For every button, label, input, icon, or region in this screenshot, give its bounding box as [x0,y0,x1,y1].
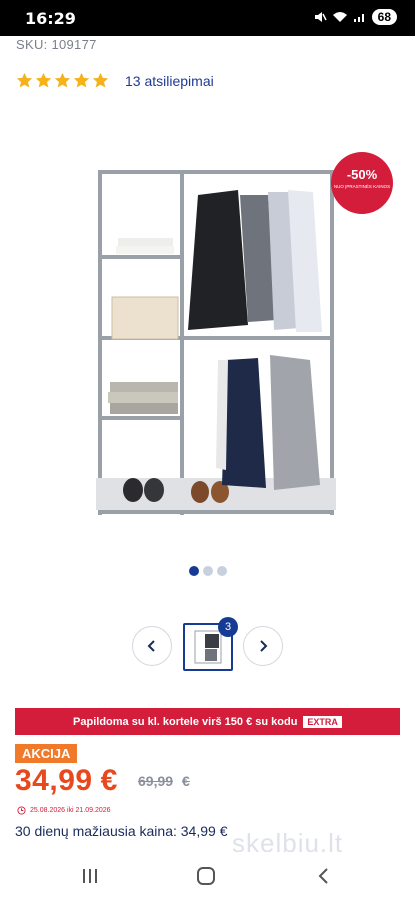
discount-percent: -50% [346,167,378,182]
promo-code: EXTRA [303,715,342,728]
promo-banner[interactable]: Papildoma su kl. kortele virš 150 € su k… [15,708,400,735]
star-icon [35,72,52,88]
gallery-dot[interactable] [203,566,213,576]
previous-image-button[interactable] [132,626,172,666]
price-value: 34,99 [15,764,93,797]
rating-row[interactable]: 13 atsiliepimai [16,72,214,89]
status-time: 16:29 [25,9,76,28]
sale-dates: 25.08.2026 iki 21.09.2026 [17,806,111,815]
android-nav-bar [0,852,415,900]
product-image[interactable] [88,150,358,530]
star-icon [92,72,109,88]
discount-subtext: NUO ĮPRASTINĖS KAINOS [333,184,391,189]
old-price-currency: € [182,773,190,789]
old-price-value: 69,99 [138,773,174,789]
promo-text: Papildoma su kl. kortele virš 150 € su k… [73,715,298,728]
back-icon[interactable] [314,866,334,886]
sale-badge: AKCIJA [15,744,78,763]
status-icons: 68 [313,9,397,25]
lowest-price-30-days: 30 dienų mažiausia kaina: 34,99 € [15,823,228,839]
price-currency: € [100,764,118,797]
next-image-button[interactable] [243,626,283,666]
sale-dates-text: 25.08.2026 iki 21.09.2026 [30,807,111,814]
gallery-dots [189,566,227,576]
home-icon[interactable] [196,866,216,886]
star-icon [16,72,33,88]
signal-icon [353,14,364,22]
recent-apps-icon[interactable] [80,866,100,886]
mute-icon [314,12,327,22]
product-sku: SKU: 109177 [16,37,97,52]
star-icon [73,72,90,88]
thumbnail-count-badge: 3 [218,617,238,637]
gallery-dot[interactable] [217,566,227,576]
gallery-dot[interactable] [189,566,199,576]
chevron-right-icon [260,640,268,652]
current-price: 34,99 € [15,764,118,798]
clock-icon [17,806,26,815]
battery-indicator: 68 [371,9,397,25]
chevron-left-icon [147,640,155,652]
star-icon [54,72,71,88]
wifi-icon [332,12,347,22]
status-bar: 16:29 68 [0,0,415,36]
old-price: 69,99 € [138,773,190,789]
reviews-link[interactable]: 13 atsiliepimai [125,73,214,89]
discount-badge: -50% NUO ĮPRASTINĖS KAINOS [331,152,393,214]
